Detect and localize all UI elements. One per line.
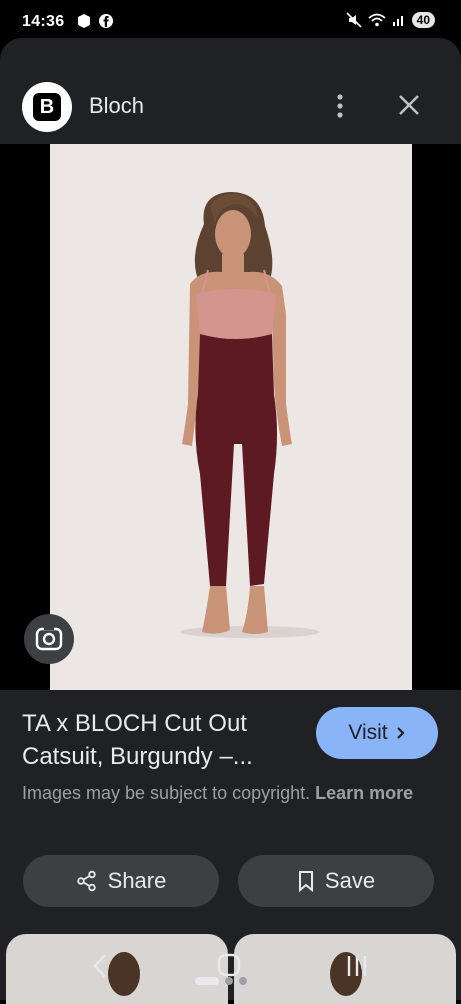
visit-button[interactable]: Visit: [316, 707, 438, 759]
indicator-dot: [225, 977, 233, 985]
save-button[interactable]: Save: [238, 855, 434, 907]
wifi-icon: [368, 13, 386, 27]
image-area: [0, 144, 461, 690]
back-icon[interactable]: [90, 952, 110, 980]
site-logo[interactable]: B: [22, 82, 72, 132]
signal-icon: [392, 16, 403, 26]
indicator-dot: [239, 977, 247, 985]
site-logo-letter: B: [33, 93, 61, 121]
site-name[interactable]: Bloch: [89, 93, 144, 119]
share-label: Share: [107, 868, 167, 893]
home-icon[interactable]: [216, 952, 242, 978]
result-title[interactable]: TA x BLOCH Cut Out Catsuit, Burgundy –..…: [22, 707, 302, 773]
viewer-header: B Bloch: [0, 38, 461, 144]
lens-icon: [35, 626, 63, 651]
lens-button[interactable]: [24, 614, 74, 664]
battery-indicator: 40: [411, 12, 435, 28]
visit-label: Visit: [348, 721, 388, 744]
more-vert-icon[interactable]: [330, 92, 350, 120]
learn-more-link[interactable]: Learn more: [315, 783, 413, 803]
recents-icon[interactable]: [344, 953, 370, 979]
system-navigation-bar: [0, 948, 461, 1000]
facebook-icon: [99, 14, 113, 28]
indicator-dot-active: [195, 977, 219, 985]
clock: 14:36: [22, 13, 65, 30]
save-label: Save: [324, 868, 376, 893]
share-icon: [76, 870, 96, 892]
mute-icon: [346, 12, 362, 28]
copyright-notice: Images may be subject to copyright. Lear…: [22, 780, 422, 807]
close-icon[interactable]: [396, 92, 422, 118]
chevron-right-icon: [396, 727, 405, 739]
catsuit-model-illustration: [180, 192, 320, 638]
share-button[interactable]: Share: [23, 855, 219, 907]
copyright-text: Images may be subject to copyright.: [22, 783, 311, 803]
bookmark-icon: [298, 871, 313, 892]
gallery-position-indicator: [195, 977, 247, 985]
product-image[interactable]: [50, 144, 412, 690]
notification-app-icon: [78, 14, 90, 28]
